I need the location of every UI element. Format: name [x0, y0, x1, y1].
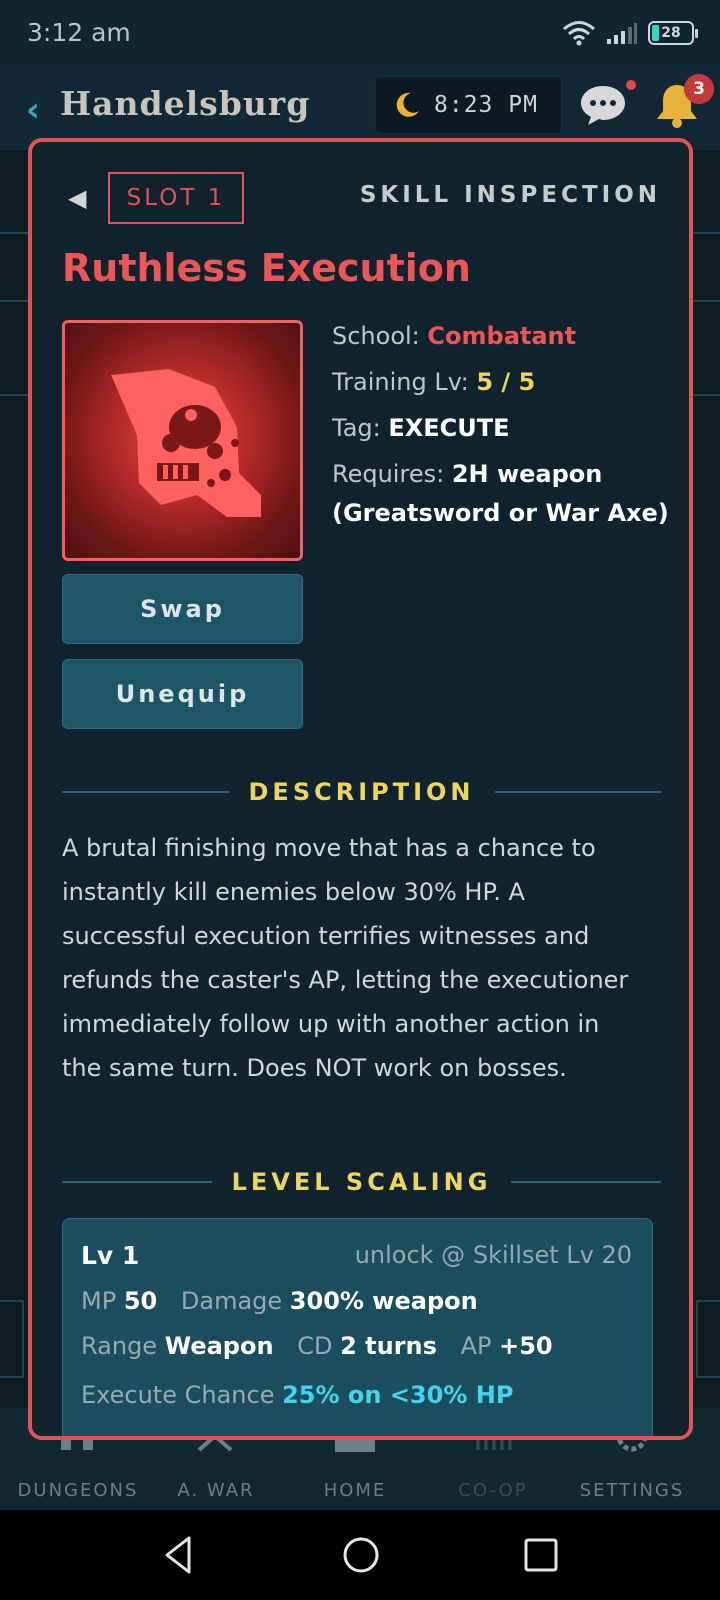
bg-card-left	[0, 1300, 24, 1378]
damage-value: 300% weapon	[289, 1287, 478, 1315]
tag-label: Tag:	[332, 414, 381, 442]
nav-label: A. WAR	[177, 1480, 255, 1501]
nav-label: DUNGEONS	[17, 1480, 139, 1501]
skill-description: A brutal finishing move that has a chanc…	[62, 834, 629, 1082]
status-time: 3:12 am	[27, 18, 131, 47]
game-clock: 8:23 PM	[374, 75, 563, 135]
chat-unread-dot	[626, 80, 636, 90]
nav-label: CO-OP	[458, 1480, 528, 1501]
range-value: Weapon	[164, 1332, 274, 1360]
clock-time: 8:23 PM	[434, 92, 538, 118]
slot-badge: SLOT 1	[108, 172, 244, 224]
unequip-button[interactable]: Unequip	[62, 659, 303, 729]
training-row: Training Lv: 5 / 5	[332, 368, 535, 396]
tag-value: EXECUTE	[388, 414, 510, 442]
cd-value: 2 turns	[340, 1332, 437, 1360]
mp-label: MP	[81, 1287, 117, 1315]
description-header: DESCRIPTION	[32, 778, 689, 806]
back-triangle-icon[interactable]	[155, 1530, 205, 1580]
town-name: Handelsburg	[60, 84, 311, 123]
status-icons: 28	[562, 18, 698, 48]
scaling-level: Lv 1	[81, 1241, 140, 1270]
scaling-row-range: Range Weapon CD 2 turns AP +50	[81, 1332, 569, 1360]
scaling-row-execute: Execute Chance 25% on <30% HP	[81, 1381, 513, 1409]
chat-icon[interactable]	[578, 82, 628, 128]
ap-value: +50	[499, 1332, 553, 1360]
school-label: School:	[332, 322, 420, 350]
nav-label: HOME	[323, 1480, 387, 1501]
training-label: Training Lv:	[332, 368, 469, 396]
skill-icon-frame	[62, 320, 303, 561]
battery-level: 28	[661, 25, 681, 41]
signal-icon	[607, 23, 637, 44]
notification-badge: 3	[684, 74, 714, 104]
requires-row-2: (Greatsword or War Axe)	[332, 499, 669, 527]
school-row: School: Combatant	[332, 322, 576, 350]
bg-card-right	[696, 1300, 720, 1378]
requires-value: 2H weapon	[451, 460, 603, 488]
recents-square-icon[interactable]	[516, 1530, 566, 1580]
level-scaling-title: LEVEL SCALING	[231, 1168, 492, 1196]
scaling-row-cost: MP 50 Damage 300% weapon	[81, 1287, 494, 1315]
training-value: 5 / 5	[476, 368, 536, 396]
cd-label: CD	[297, 1332, 333, 1360]
chevron-left-icon[interactable]: ‹	[26, 90, 40, 130]
ap-label: AP	[460, 1332, 492, 1360]
system-nav-bar	[0, 1510, 720, 1600]
execute-value: 25% on <30% HP	[282, 1381, 514, 1409]
level-scaling-header: LEVEL SCALING	[32, 1168, 689, 1196]
description-title: DESCRIPTION	[248, 778, 475, 806]
level-scaling-card: Lv 1 unlock @ Skillset Lv 20 MP 50 Damag…	[62, 1218, 653, 1436]
nav-label: SETTINGS	[579, 1480, 685, 1501]
status-bar: 3:12 am 28	[0, 0, 720, 66]
skill-name: Ruthless Execution	[62, 246, 471, 290]
skill-inspection-modal: ◀ SLOT 1 SKILL INSPECTION Ruthless Execu…	[28, 138, 693, 1440]
moon-icon	[396, 92, 419, 117]
damage-label: Damage	[180, 1287, 283, 1315]
school-value: Combatant	[427, 322, 577, 350]
swap-button[interactable]: Swap	[62, 574, 303, 644]
requires-row: Requires: 2H weapon	[332, 460, 602, 488]
requires-label: Requires:	[332, 460, 445, 488]
requires-value-detail: (Greatsword or War Axe)	[332, 499, 669, 527]
tag-row: Tag: EXECUTE	[332, 414, 510, 442]
home-circle-icon[interactable]	[336, 1530, 386, 1580]
mp-value: 50	[123, 1287, 158, 1315]
execute-label: Execute Chance	[81, 1381, 275, 1409]
modal-title: SKILL INSPECTION	[359, 182, 661, 208]
wifi-icon	[563, 21, 595, 46]
triangle-left-icon[interactable]: ◀	[68, 184, 86, 212]
battery-icon: 28	[648, 21, 698, 45]
scaling-unlock: unlock @ Skillset Lv 20	[354, 1241, 632, 1269]
skull-blade-icon	[111, 369, 261, 517]
range-label: Range	[81, 1332, 158, 1360]
